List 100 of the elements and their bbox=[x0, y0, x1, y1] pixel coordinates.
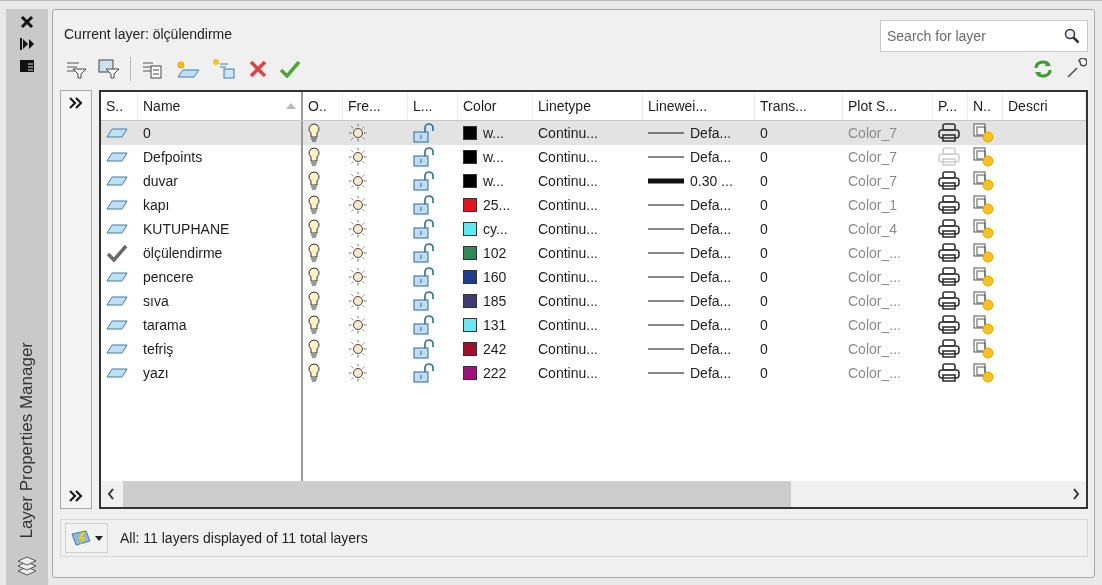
lightbulb-icon[interactable] bbox=[308, 363, 320, 383]
column-header[interactable]: Plot S... bbox=[843, 92, 933, 120]
lightbulb-icon[interactable] bbox=[308, 195, 320, 215]
open-padlock-icon[interactable] bbox=[413, 147, 435, 167]
column-header[interactable]: L... bbox=[408, 92, 458, 120]
horizontal-scrollbar[interactable] bbox=[101, 481, 1086, 507]
viewport-sun-icon[interactable] bbox=[973, 291, 995, 311]
color-swatch[interactable] bbox=[463, 150, 477, 164]
scroll-left-icon[interactable] bbox=[107, 488, 115, 500]
color-swatch[interactable] bbox=[463, 198, 477, 212]
printer-icon[interactable] bbox=[938, 363, 960, 383]
printer-icon[interactable] bbox=[938, 195, 960, 215]
open-padlock-icon[interactable] bbox=[413, 195, 435, 215]
transparency-cell[interactable]: 0 bbox=[755, 217, 843, 241]
linetype-cell[interactable]: Continu... bbox=[533, 313, 643, 337]
transparency-cell[interactable]: 0 bbox=[755, 169, 843, 193]
set-current-button[interactable] bbox=[278, 59, 302, 79]
column-header[interactable]: Color bbox=[458, 92, 533, 120]
scrollbar-thumb[interactable] bbox=[123, 481, 792, 507]
layer-row[interactable]: ölçülendirme 102 Continu... Defa... 0 Color_... bbox=[101, 241, 1086, 265]
transparency-cell[interactable]: 0 bbox=[755, 265, 843, 289]
color-swatch[interactable] bbox=[463, 246, 477, 260]
transparency-cell[interactable]: 0 bbox=[755, 289, 843, 313]
linetype-cell[interactable]: Continu... bbox=[533, 145, 643, 169]
scroll-right-icon[interactable] bbox=[1072, 488, 1080, 500]
layer-row[interactable]: KUTUPHANE cy... Continu... Defa... 0 Color_4 bbox=[101, 217, 1086, 241]
color-swatch[interactable] bbox=[463, 342, 477, 356]
close-icon[interactable] bbox=[20, 15, 34, 29]
new-group-filter-button[interactable] bbox=[97, 58, 121, 80]
viewport-sun-icon[interactable] bbox=[973, 243, 995, 263]
printer-icon[interactable] bbox=[938, 243, 960, 263]
lightbulb-icon[interactable] bbox=[308, 219, 320, 239]
auto-hide-icon[interactable] bbox=[19, 37, 35, 51]
lightbulb-icon[interactable] bbox=[308, 243, 320, 263]
open-padlock-icon[interactable] bbox=[413, 219, 435, 239]
transparency-cell[interactable]: 0 bbox=[755, 121, 843, 145]
lightbulb-icon[interactable] bbox=[308, 147, 320, 167]
transparency-cell[interactable]: 0 bbox=[755, 361, 843, 385]
printer-icon[interactable] bbox=[938, 171, 960, 191]
column-header[interactable]: S.. bbox=[101, 92, 138, 120]
color-swatch[interactable] bbox=[463, 270, 477, 284]
sun-icon[interactable] bbox=[348, 123, 368, 143]
viewport-sun-icon[interactable] bbox=[973, 339, 995, 359]
open-padlock-icon[interactable] bbox=[413, 339, 435, 359]
sun-icon[interactable] bbox=[348, 267, 368, 287]
delete-layer-button[interactable] bbox=[247, 58, 269, 80]
layer-row[interactable]: yazı 222 Continu... Defa... 0 Color_... bbox=[101, 361, 1086, 385]
lightbulb-icon[interactable] bbox=[308, 339, 320, 359]
transparency-cell[interactable]: 0 bbox=[755, 241, 843, 265]
column-header[interactable]: Fre... bbox=[343, 92, 408, 120]
open-padlock-icon[interactable] bbox=[413, 267, 435, 287]
viewport-sun-icon[interactable] bbox=[973, 315, 995, 335]
layer-row[interactable]: sıva 185 Continu... Defa... 0 Color_... bbox=[101, 289, 1086, 313]
filter-dropdown-button[interactable] bbox=[65, 523, 108, 553]
lightbulb-icon[interactable] bbox=[308, 123, 320, 143]
column-header[interactable]: Linewei... bbox=[643, 92, 755, 120]
layer-row[interactable]: 0 w... Continu... Defa... 0 Color_7 bbox=[101, 121, 1086, 145]
sun-icon[interactable] bbox=[348, 339, 368, 359]
viewport-sun-icon[interactable] bbox=[973, 219, 995, 239]
color-swatch[interactable] bbox=[463, 294, 477, 308]
printer-icon[interactable] bbox=[938, 291, 960, 311]
linetype-cell[interactable]: Continu... bbox=[533, 193, 643, 217]
open-padlock-icon[interactable] bbox=[413, 363, 435, 383]
expand-icon[interactable] bbox=[69, 97, 83, 109]
color-swatch[interactable] bbox=[463, 318, 477, 332]
column-header[interactable]: Linetype bbox=[533, 92, 643, 120]
color-swatch[interactable] bbox=[463, 174, 477, 188]
check-icon[interactable] bbox=[106, 244, 128, 262]
layer-row[interactable]: pencere 160 Continu... Defa... 0 Color_... bbox=[101, 265, 1086, 289]
layer-row[interactable]: Defpoints w... Continu... Defa... 0 Color_7 bbox=[101, 145, 1086, 169]
properties-icon[interactable] bbox=[19, 59, 35, 73]
transparency-cell[interactable]: 0 bbox=[755, 145, 843, 169]
transparency-cell[interactable]: 0 bbox=[755, 313, 843, 337]
lightbulb-icon[interactable] bbox=[308, 267, 320, 287]
lightbulb-icon[interactable] bbox=[308, 291, 320, 311]
printer-icon[interactable] bbox=[938, 339, 960, 359]
color-swatch[interactable] bbox=[463, 126, 477, 140]
viewport-sun-icon[interactable] bbox=[973, 267, 995, 287]
column-header[interactable]: O.. bbox=[303, 92, 343, 120]
sun-icon[interactable] bbox=[348, 219, 368, 239]
printer-icon[interactable] bbox=[938, 267, 960, 287]
linetype-cell[interactable]: Continu... bbox=[533, 265, 643, 289]
open-padlock-icon[interactable] bbox=[413, 123, 435, 143]
sun-icon[interactable] bbox=[348, 315, 368, 335]
viewport-sun-icon[interactable] bbox=[973, 171, 995, 191]
transparency-cell[interactable]: 0 bbox=[755, 193, 843, 217]
column-header[interactable]: Trans... bbox=[755, 92, 843, 120]
layer-row[interactable]: tarama 131 Continu... Defa... 0 Color_... bbox=[101, 313, 1086, 337]
color-swatch[interactable] bbox=[463, 222, 477, 236]
printer-icon[interactable] bbox=[938, 123, 960, 143]
linetype-cell[interactable]: Continu... bbox=[533, 361, 643, 385]
linetype-cell[interactable]: Continu... bbox=[533, 217, 643, 241]
lightbulb-icon[interactable] bbox=[308, 171, 320, 191]
printer-icon[interactable] bbox=[938, 315, 960, 335]
open-padlock-icon[interactable] bbox=[413, 315, 435, 335]
viewport-sun-icon[interactable] bbox=[973, 195, 995, 215]
layer-row[interactable]: tefriş 242 Continu... Defa... 0 Color_... bbox=[101, 337, 1086, 361]
sun-icon[interactable] bbox=[348, 195, 368, 215]
layer-row[interactable]: kapı 25... Continu... Defa... 0 Color_1 bbox=[101, 193, 1086, 217]
sun-icon[interactable] bbox=[348, 291, 368, 311]
